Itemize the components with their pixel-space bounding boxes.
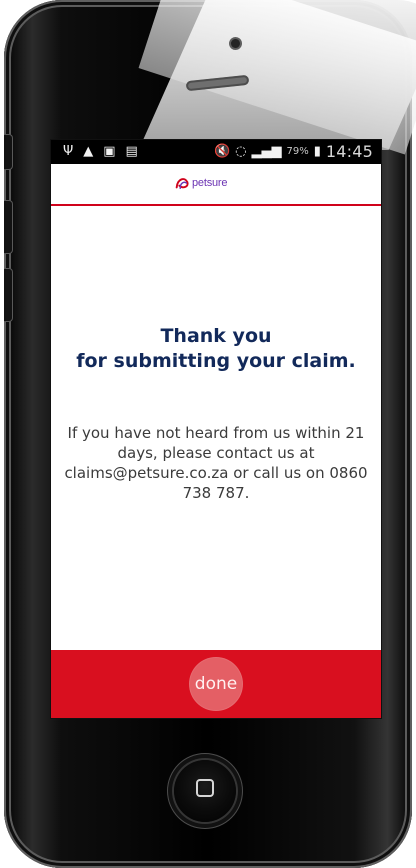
done-button[interactable]: done xyxy=(189,657,243,711)
contact-instructions: If you have not heard from us within 21 … xyxy=(64,424,368,502)
status-left-icons: Ψ ▲ ▣ ▤ xyxy=(63,140,138,164)
petsure-logo: petsure xyxy=(173,174,257,191)
usb-icon: Ψ xyxy=(63,144,74,159)
status-right-icons: 🔇 ◌ ▂▄▆ 79% ▮ 14:45 xyxy=(214,140,373,164)
wifi-icon: ◌ xyxy=(235,144,247,159)
android-status-bar: Ψ ▲ ▣ ▤ 🔇 ◌ ▂▄▆ 79% ▮ 14:45 xyxy=(51,140,381,164)
petsure-logo-mark-icon xyxy=(175,177,189,189)
home-square-icon xyxy=(196,779,214,797)
volume-up-button xyxy=(4,200,13,254)
app-header: petsure xyxy=(51,164,381,206)
thank-you-title: Thank you xyxy=(160,325,272,347)
submission-title: for submitting your claim. xyxy=(76,350,356,372)
phone-frame: Ψ ▲ ▣ ▤ 🔇 ◌ ▂▄▆ 79% ▮ 14:45 petsure Than… xyxy=(4,0,416,868)
battery-percent: 79% xyxy=(286,146,309,157)
image-icon: ▣ xyxy=(103,144,116,159)
document-icon: ▤ xyxy=(125,144,138,159)
battery-icon: ▮ xyxy=(313,144,321,159)
phone-home-button[interactable] xyxy=(174,760,236,822)
mute-switch xyxy=(4,134,13,170)
petsure-logo-text: petsure xyxy=(192,176,228,189)
mute-icon: 🔇 xyxy=(213,144,231,159)
red-footer-bar: done xyxy=(51,650,381,718)
phone-screen: Ψ ▲ ▣ ▤ 🔇 ◌ ▂▄▆ 79% ▮ 14:45 petsure Than… xyxy=(51,140,381,718)
signal-icon: ▂▄▆ xyxy=(251,144,282,159)
warning-icon: ▲ xyxy=(83,144,94,159)
volume-down-button xyxy=(4,268,13,322)
status-time: 14:45 xyxy=(325,142,373,161)
claim-confirmation-message: Thank you for submitting your claim. If … xyxy=(51,324,381,503)
phone-mockup-stage: Ψ ▲ ▣ ▤ 🔇 ◌ ▂▄▆ 79% ▮ 14:45 petsure Than… xyxy=(0,0,416,868)
